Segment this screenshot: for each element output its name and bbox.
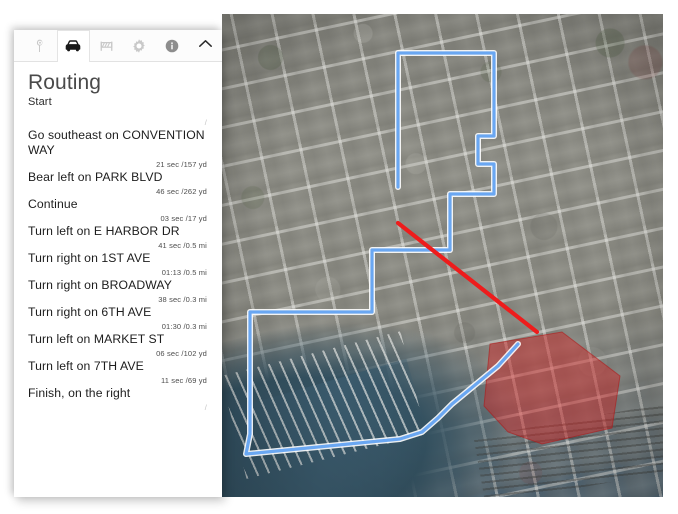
gear-icon [131,38,147,54]
route-step-metric: 01:30 /0.3 mi [161,322,207,332]
info-icon [164,38,180,54]
route-step-metric: 41 sec /0.5 mi [158,241,207,251]
direct-distance-line [395,220,540,335]
route-step[interactable]: / Go southeast on CONVENTION WAY [28,117,208,159]
route-step[interactable]: 01:13 /0.5 mi Turn right on BROADWAY [28,267,208,294]
map-overlays [243,50,621,457]
route-step[interactable]: 03 sec /17 yd Turn left on E HARBOR DR [28,213,208,240]
route-steps-list[interactable]: / Go southeast on CONVENTION WAY 21 sec /1… [28,117,208,413]
road-barrier-icon [98,38,115,54]
route-step-instruction: Turn right on 1ST AVE [28,251,151,266]
route-polyline [244,51,520,456]
route-step[interactable]: 38 sec /0.3 mi Turn right on 6TH AVE [28,294,208,321]
route-step[interactable]: 46 sec /262 yd Continue [28,186,208,213]
route-step-instruction: Continue [28,197,78,212]
route-step-metric: / [204,118,207,128]
route-step-metric: 01:13 /0.5 mi [161,268,207,278]
panel-tab-bar [14,30,222,62]
route-step-metric: 03 sec /17 yd [160,214,207,224]
route-step[interactable]: 01:30 /0.3 mi Turn left on MARKET ST [28,321,208,348]
page-title: Routing [28,71,102,94]
route-step-instruction: Turn right on BROADWAY [28,278,172,293]
map-application: Routing Start / Go southeast on CONVENTIO… [0,0,678,514]
route-step-instruction: Turn right on 6TH AVE [28,305,152,320]
location-pin-icon [32,38,48,54]
tab-routing[interactable] [56,30,90,62]
route-step[interactable]: / [28,402,208,413]
map-canvas[interactable] [222,14,663,497]
tab-info[interactable] [155,30,188,61]
route-subtitle: Start [28,96,52,109]
route-step-metric: 21 sec /157 yd [156,160,207,170]
car-icon [63,38,83,54]
route-step[interactable]: 06 sec /102 yd Turn left on 7TH AVE [28,348,208,375]
route-step[interactable]: 11 sec /69 yd Finish, on the right [28,375,208,402]
route-polyline-casing [243,50,521,457]
route-step-metric: 06 sec /102 yd [156,349,207,359]
routing-panel: Routing Start / Go southeast on CONVENTIO… [14,30,222,497]
route-step-metric: 46 sec /262 yd [156,187,207,197]
tab-traffic[interactable] [90,30,123,61]
route-step[interactable]: 21 sec /157 yd Bear left on PARK BLVD [28,159,208,186]
route-step-instruction: Turn left on 7TH AVE [28,359,144,374]
tab-places[interactable] [24,30,57,61]
collapse-panel-button[interactable] [188,30,222,61]
route-step-instruction: Bear left on PARK BLVD [28,170,163,185]
route-step-metric: / [204,403,207,413]
panel-content: Routing Start / Go southeast on CONVENTIO… [14,62,222,413]
route-step-instruction: Go southeast on CONVENTION WAY [28,128,205,158]
tab-settings[interactable] [123,30,156,61]
chevron-up-icon [198,37,213,55]
route-step[interactable]: 41 sec /0.5 mi Turn right on 1ST AVE [28,240,208,267]
highlighted-area-polygon [483,331,621,445]
route-step-metric: 11 sec /69 yd [160,376,207,386]
route-step-instruction: Finish, on the right [28,386,131,401]
route-step-instruction: Turn left on MARKET ST [28,332,165,347]
route-step-metric: 38 sec /0.3 mi [158,295,207,305]
route-step-instruction: Turn left on E HARBOR DR [28,224,180,239]
